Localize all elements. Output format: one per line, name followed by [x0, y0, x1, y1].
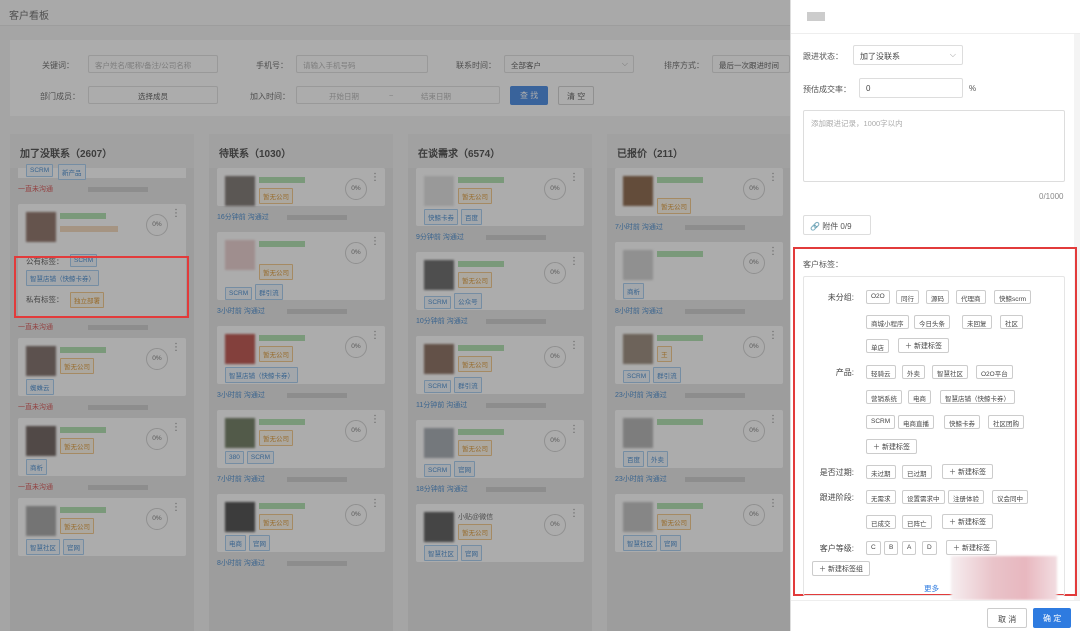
tag-group-label: 客户等级:: [819, 544, 854, 553]
highlight-box: [14, 256, 189, 318]
tag-option[interactable]: 无需求: [866, 490, 896, 504]
tag-option[interactable]: 电商: [908, 390, 931, 404]
tag-option[interactable]: 社区团购: [988, 415, 1024, 429]
deal-rate-label: 预估成交率：: [803, 85, 851, 94]
cancel-button[interactable]: 取 消: [987, 608, 1028, 628]
tag-option[interactable]: 未回复: [962, 315, 992, 329]
tag-option[interactable]: O2O平台: [976, 365, 1013, 379]
kanban-main: 客户看板 关键词： 客户姓名/昵称/备注/公司名称 手机号： 请输入手机号码 联…: [0, 0, 790, 631]
tag-option[interactable]: 快鲸scrm: [994, 290, 1032, 304]
customer-detail-drawer: 跟进状态： 加了没联系 ⌵ 预估成交率： 0 % 添加跟进记录，1000字以内 0…: [790, 0, 1080, 631]
tag-option[interactable]: 商城小程序: [866, 315, 909, 329]
tag-option[interactable]: 轻骑云: [866, 365, 896, 379]
tag-option[interactable]: C: [866, 541, 881, 555]
follow-status-label: 跟进状态：: [803, 52, 843, 61]
confirm-button[interactable]: 确 定: [1033, 608, 1072, 628]
follow-status-select[interactable]: 加了没联系 ⌵: [853, 45, 963, 65]
new-tag-button[interactable]: ＋ 新建标签: [946, 540, 997, 555]
tag-option[interactable]: 议会同中: [992, 490, 1028, 504]
more-link[interactable]: 更多: [924, 583, 939, 594]
tag-option[interactable]: 已阵亡: [902, 515, 932, 529]
tag-selector: 未分组: O2O 同行 源码 代理商 快鲸scrm 商城小程序 今日头条 未回复…: [803, 276, 1065, 596]
tag-option[interactable]: 注册体验: [948, 490, 984, 504]
tag-option[interactable]: 设置需求中: [902, 490, 945, 504]
tag-option[interactable]: 单店: [866, 339, 889, 353]
drawer-footer: 取 消 确 定: [791, 600, 1080, 631]
new-tag-button[interactable]: ＋ 新建标签: [866, 439, 917, 454]
tag-option[interactable]: O2O: [866, 290, 890, 304]
tag-option[interactable]: 社区: [1000, 315, 1023, 329]
tag-option[interactable]: 同行: [896, 290, 919, 304]
tag-option[interactable]: 营销系统: [866, 390, 902, 404]
chevron-down-icon: ⌵: [949, 50, 956, 59]
tag-option[interactable]: 智慧社区: [932, 365, 968, 379]
char-count: 0/1000: [1039, 192, 1064, 201]
attachment-button[interactable]: 🔗 附件 0/9: [803, 215, 871, 235]
tag-option[interactable]: B: [884, 541, 899, 555]
tag-option[interactable]: SCRM: [866, 415, 896, 429]
drawer-header: [791, 0, 1080, 34]
new-tag-group-button[interactable]: ＋ 新建标签组: [812, 561, 870, 576]
percent-unit: %: [969, 84, 977, 93]
tag-option[interactable]: 已过期: [902, 465, 932, 479]
tag-group-label: 产品:: [835, 368, 854, 377]
tag-option[interactable]: A: [902, 541, 917, 555]
follow-note-textarea[interactable]: 添加跟进记录，1000字以内: [803, 110, 1065, 182]
blurred-region: [951, 556, 1057, 600]
new-tag-button[interactable]: ＋ 新建标签: [942, 514, 993, 529]
tag-option[interactable]: 未过期: [866, 465, 896, 479]
tag-option[interactable]: 电商直播: [898, 415, 934, 429]
tag-group-label: 是否过期:: [819, 468, 854, 477]
tag-option[interactable]: 外卖: [902, 365, 925, 379]
tag-option[interactable]: 已成交: [866, 515, 896, 529]
tag-group-label: 未分组:: [827, 293, 854, 302]
customer-tags-title: 客户标签：: [803, 260, 843, 269]
tag-option[interactable]: 智慧店铺（快鲸卡券）: [940, 390, 1015, 404]
deal-rate-input[interactable]: 0: [859, 78, 963, 98]
link-icon: 🔗: [810, 222, 820, 231]
tag-option[interactable]: 快鲸卡券: [944, 415, 980, 429]
tag-group-label: 跟进阶段:: [819, 493, 854, 502]
new-tag-button[interactable]: ＋ 新建标签: [942, 464, 993, 479]
tag-option[interactable]: D: [922, 541, 937, 555]
tag-option[interactable]: 源码: [926, 290, 949, 304]
new-tag-button[interactable]: ＋ 新建标签: [898, 338, 949, 353]
tag-option[interactable]: 今日头条: [914, 315, 950, 329]
tag-option[interactable]: 代理商: [956, 290, 986, 304]
